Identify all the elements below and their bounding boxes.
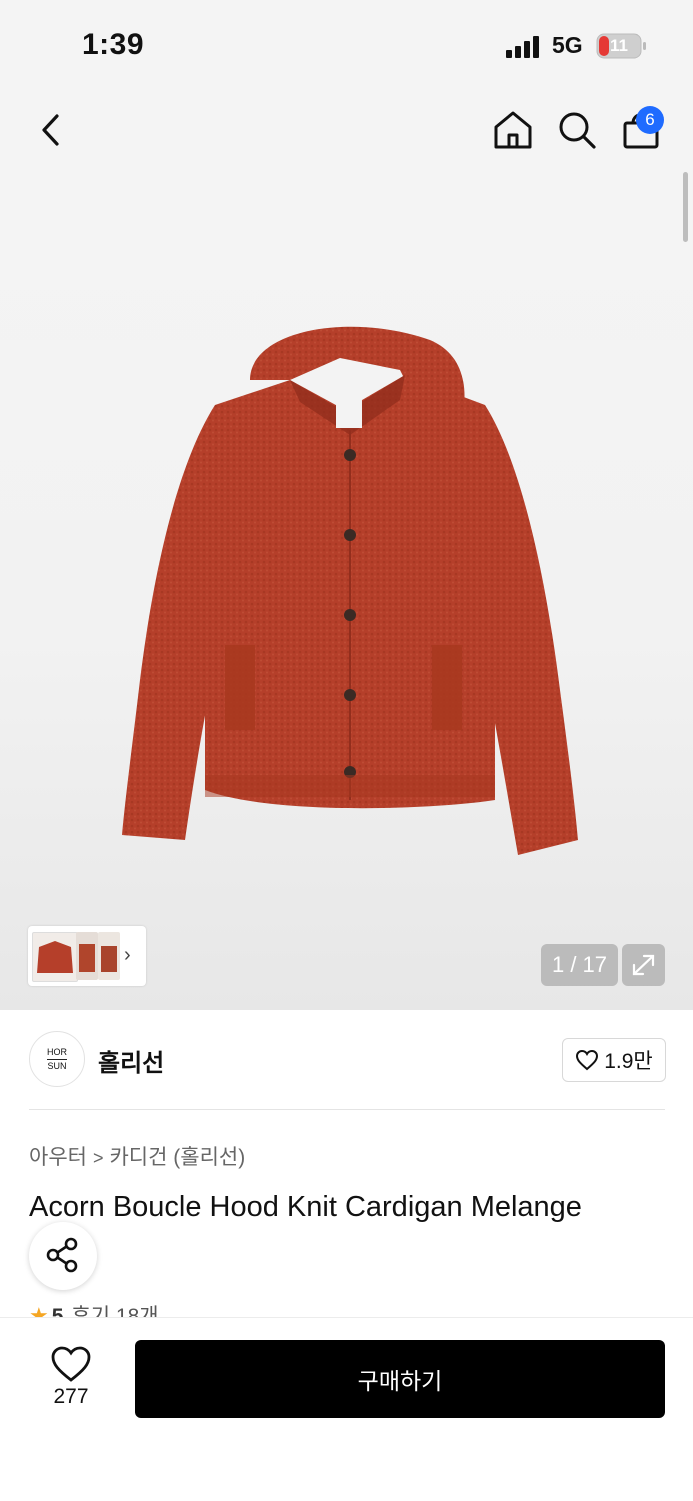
brand-logo-line2: SUN [47, 1060, 67, 1071]
brand-logo-line1: HOR [47, 1047, 67, 1060]
expand-button[interactable] [622, 944, 665, 986]
battery-level: 11 [610, 36, 628, 55]
expand-icon [632, 954, 655, 976]
thumbnail-strip[interactable]: › [28, 926, 146, 986]
product-title: Acorn Boucle Hood Knit Cardigan Melange [29, 1191, 582, 1223]
cart-count-badge: 6 [636, 106, 664, 134]
thumbnail-3[interactable] [98, 932, 120, 980]
brand-like-count: 1.9만 [604, 1050, 653, 1073]
scrollbar[interactable] [683, 172, 688, 242]
chevron-left-icon [42, 114, 59, 146]
image-page-counter: 1 / 17 [541, 944, 618, 986]
buy-button[interactable]: 구매하기 [135, 1340, 665, 1418]
status-time: 1:39 [82, 28, 145, 61]
brand-name[interactable]: 홀리선 [98, 1043, 164, 1078]
share-button[interactable] [29, 1222, 97, 1290]
network-label: 5G [552, 32, 583, 58]
home-icon [494, 111, 532, 149]
search-icon [559, 112, 596, 149]
thumbnail-2[interactable] [76, 932, 98, 980]
back-button[interactable] [28, 105, 78, 155]
product-gallery[interactable]: › 1 / 17 [0, 170, 693, 1010]
breadcrumb-child[interactable]: 카디건 (홀리선) [109, 1146, 245, 1169]
home-button[interactable] [488, 105, 538, 155]
thumbnail-1[interactable] [32, 932, 78, 982]
thumbnail-next-icon[interactable]: › [124, 944, 131, 967]
heart-icon [576, 1049, 599, 1071]
wishlist-count: 277 [53, 1385, 89, 1408]
breadcrumb-separator: > [92, 1148, 104, 1168]
signal-icon [506, 36, 539, 58]
divider [29, 1109, 665, 1110]
brand-logo[interactable]: HOR SUN [29, 1031, 85, 1087]
breadcrumb-parent[interactable]: 아우터 [29, 1146, 87, 1169]
heart-icon [51, 1346, 91, 1382]
search-button[interactable] [552, 105, 602, 155]
battery-icon: 11 [596, 33, 648, 59]
brand-like-button[interactable]: 1.9만 [562, 1038, 666, 1082]
breadcrumb: 아우터 > 카디건 (홀리선) [29, 1141, 245, 1171]
share-icon [46, 1237, 78, 1273]
product-image [122, 326, 578, 855]
wishlist-button[interactable] [48, 1344, 94, 1384]
